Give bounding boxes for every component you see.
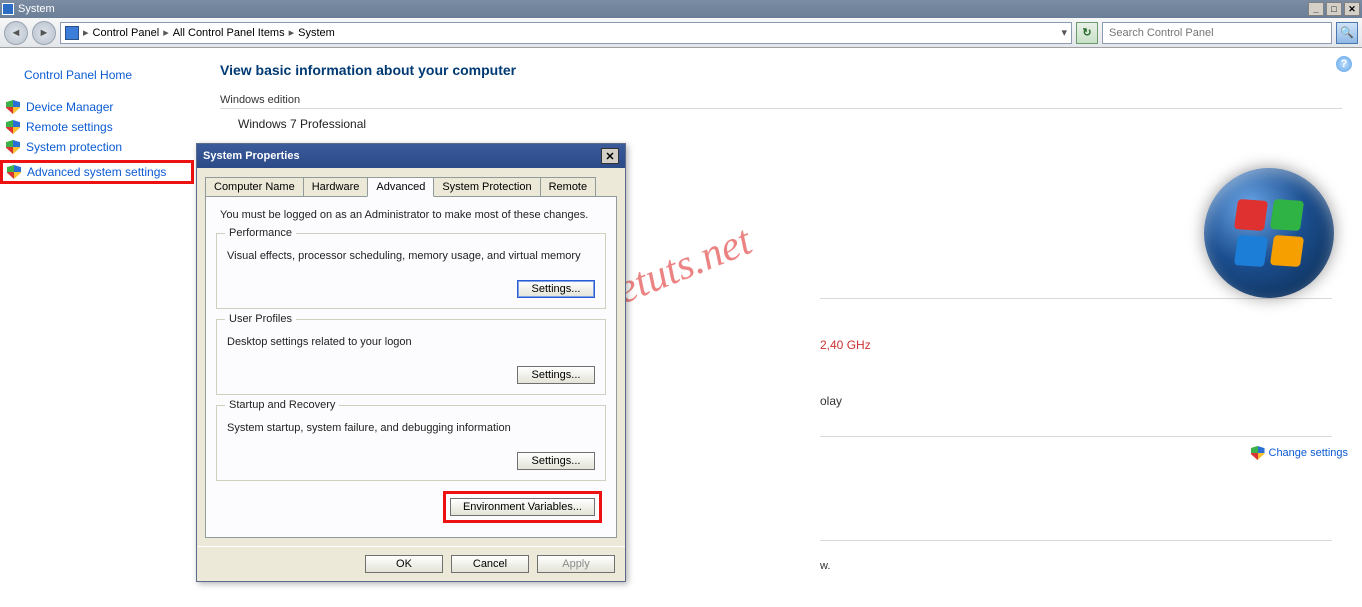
breadcrumb-sep-icon: ▸ (83, 26, 89, 39)
startup-recovery-settings-button[interactable]: Settings... (517, 452, 595, 470)
location-icon (65, 26, 79, 40)
back-icon: ◄ (11, 27, 22, 39)
sidebar-item-label: Device Manager (26, 100, 113, 114)
sidebar-item-advanced-system-settings[interactable]: Advanced system settings (0, 160, 194, 184)
group-legend: User Profiles (225, 313, 296, 325)
forward-icon: ► (39, 27, 50, 39)
shield-icon (6, 140, 20, 154)
breadcrumb-sep-icon: ▸ (289, 26, 295, 39)
sidebar-item-label: Remote settings (26, 120, 113, 134)
section-divider (220, 108, 1342, 109)
group-startup-recovery: Startup and Recovery System startup, sys… (216, 405, 606, 481)
sidebar-item-label: System protection (26, 140, 122, 154)
windows-edition-label: Windows edition (220, 94, 1342, 106)
group-desc: System startup, system failure, and debu… (227, 422, 595, 434)
search-input[interactable] (1103, 27, 1331, 39)
dialog-title: System Properties (203, 150, 300, 162)
sidebar-item-device-manager[interactable]: Device Manager (6, 100, 194, 114)
panel-intro-text: You must be logged on as an Administrato… (220, 209, 606, 221)
nav-back-button[interactable]: ◄ (4, 21, 28, 45)
breadcrumb-segment-0[interactable]: Control Panel (93, 27, 160, 39)
section-divider (820, 298, 1332, 299)
group-legend: Startup and Recovery (225, 399, 339, 411)
change-settings-link[interactable]: Change settings (1251, 446, 1349, 460)
tab-panel-advanced: You must be logged on as an Administrato… (205, 197, 617, 538)
tab-computer-name[interactable]: Computer Name (205, 177, 304, 196)
sidebar-item-remote-settings[interactable]: Remote settings (6, 120, 194, 134)
shield-icon (6, 100, 20, 114)
tab-advanced[interactable]: Advanced (367, 177, 434, 197)
dialog-tabs: Computer Name Hardware Advanced System P… (205, 176, 617, 197)
system-properties-dialog: System Properties ✕ Computer Name Hardwa… (196, 143, 626, 582)
tab-hardware[interactable]: Hardware (303, 177, 369, 196)
group-desc: Desktop settings related to your logon (227, 336, 595, 348)
minimize-button[interactable]: _ (1308, 2, 1324, 16)
dialog-footer: OK Cancel Apply (197, 546, 625, 581)
refresh-button[interactable]: ↻ (1076, 22, 1098, 44)
windows-edition-value: Windows 7 Professional (238, 117, 1342, 131)
section-divider (820, 540, 1332, 541)
group-performance: Performance Visual effects, processor sc… (216, 233, 606, 309)
sidebar-item-system-protection[interactable]: System protection (6, 140, 194, 154)
shield-icon (7, 165, 21, 179)
tab-remote[interactable]: Remote (540, 177, 597, 196)
breadcrumb-segment-1[interactable]: All Control Panel Items (173, 27, 285, 39)
sidebar-item-label: Advanced system settings (27, 165, 166, 179)
close-window-button[interactable]: ✕ (1344, 2, 1360, 16)
help-icon[interactable]: ? (1336, 56, 1352, 72)
windows-flag-icon (1236, 200, 1302, 266)
toolbar: ◄ ► ▸ Control Panel ▸ All Control Panel … (0, 18, 1362, 48)
display-snippet: olay (820, 394, 842, 408)
dialog-titlebar[interactable]: System Properties ✕ (197, 144, 625, 168)
page-title: View basic information about your comput… (220, 62, 1342, 78)
address-dropdown-icon[interactable]: ▾ (1061, 26, 1067, 39)
section-divider (820, 436, 1332, 437)
search-box[interactable] (1102, 22, 1332, 44)
cancel-button[interactable]: Cancel (451, 555, 529, 573)
titlebar: System _ □ ✕ (0, 0, 1362, 18)
app-icon (2, 3, 14, 15)
breadcrumb-sep-icon: ▸ (163, 26, 169, 39)
search-icon: 🔍 (1340, 26, 1354, 39)
window-title: System (18, 3, 55, 15)
dialog-close-button[interactable]: ✕ (601, 148, 619, 164)
sidebar: Control Panel Home Device Manager Remote… (0, 48, 200, 607)
nav-forward-button[interactable]: ► (32, 21, 56, 45)
shield-icon (6, 120, 20, 134)
windows-logo-orb (1204, 168, 1334, 298)
cpu-info-snippet: 2,40 GHz (820, 338, 871, 352)
control-panel-home-link[interactable]: Control Panel Home (24, 68, 194, 82)
env-variables-highlight: Environment Variables... (443, 491, 602, 523)
user-profiles-settings-button[interactable]: Settings... (517, 366, 595, 384)
search-go-button[interactable]: 🔍 (1336, 22, 1358, 44)
group-legend: Performance (225, 227, 296, 239)
group-desc: Visual effects, processor scheduling, me… (227, 250, 595, 262)
ok-button[interactable]: OK (365, 555, 443, 573)
address-bar[interactable]: ▸ Control Panel ▸ All Control Panel Item… (60, 22, 1072, 44)
trailing-text-snippet: w. (820, 560, 830, 572)
shield-icon (1251, 446, 1265, 460)
apply-button[interactable]: Apply (537, 555, 615, 573)
group-user-profiles: User Profiles Desktop settings related t… (216, 319, 606, 395)
restore-button[interactable]: □ (1326, 2, 1342, 16)
tab-system-protection[interactable]: System Protection (433, 177, 540, 196)
environment-variables-button[interactable]: Environment Variables... (450, 498, 595, 516)
refresh-icon: ↻ (1082, 26, 1091, 39)
breadcrumb-segment-2[interactable]: System (298, 27, 335, 39)
performance-settings-button[interactable]: Settings... (517, 280, 595, 298)
